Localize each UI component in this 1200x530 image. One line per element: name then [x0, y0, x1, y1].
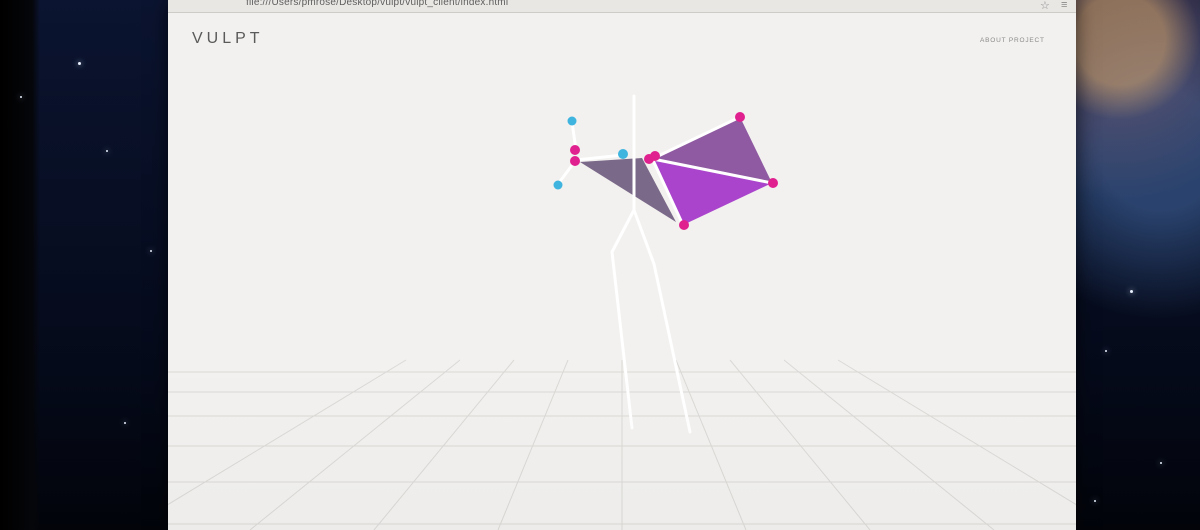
joint-marker — [735, 112, 745, 122]
star — [1160, 462, 1162, 464]
joint-marker — [570, 145, 580, 155]
star — [20, 96, 22, 98]
star — [1094, 500, 1096, 502]
star — [78, 62, 81, 65]
star — [150, 250, 152, 252]
floor-shadow — [168, 360, 1076, 530]
star — [106, 150, 108, 152]
hand-marker — [618, 149, 628, 159]
hand-marker — [567, 116, 577, 126]
joint-marker — [768, 178, 778, 188]
screen-bezel — [0, 0, 40, 530]
star — [1130, 290, 1133, 293]
browser-window: file:///Users/pmrose/Desktop/vulpt/vulpt… — [168, 0, 1076, 530]
bone — [574, 153, 625, 162]
joint-marker — [570, 156, 580, 166]
bone — [610, 208, 636, 254]
hand-marker — [553, 180, 563, 190]
joint-marker — [650, 151, 660, 161]
joint-marker — [679, 220, 689, 230]
star — [1105, 350, 1107, 352]
star — [124, 422, 126, 424]
bone — [632, 208, 656, 266]
